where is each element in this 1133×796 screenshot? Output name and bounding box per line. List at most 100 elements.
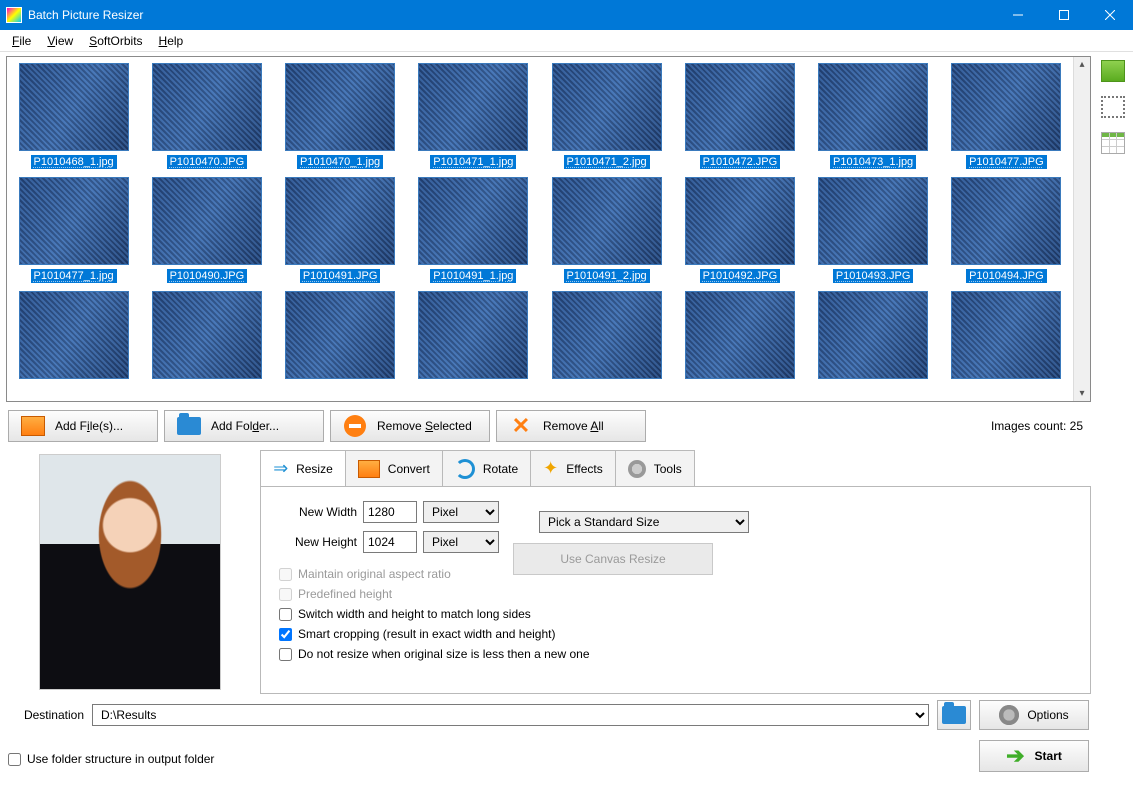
start-arrow-icon: ➔	[1006, 743, 1024, 769]
menu-bar: File View SoftOrbits Help	[0, 30, 1133, 52]
bottom-row: Use folder structure in output folder ➔ S…	[6, 736, 1091, 772]
thumbnail-item[interactable]: P1010471_2.jpg	[544, 63, 669, 169]
thumbnail-label: P1010493.JPG	[833, 269, 914, 283]
thumbnail-label: P1010470_1.jpg	[297, 155, 383, 169]
menu-view[interactable]: View	[41, 32, 79, 50]
thumbnail-item[interactable]: P1010470.JPG	[144, 63, 269, 169]
thumbnail-item[interactable]: P1010473_1.jpg	[811, 63, 936, 169]
start-button[interactable]: ➔ Start	[979, 740, 1089, 772]
switch-wh-checkbox[interactable]: Switch width and height to match long si…	[279, 607, 1072, 621]
thumbnail-item[interactable]	[11, 291, 136, 385]
thumbnail-item[interactable]	[278, 291, 403, 385]
tab-convert-label: Convert	[388, 462, 430, 476]
effects-icon: ✦	[543, 458, 558, 479]
thumbnail-item[interactable]: P1010491_1.jpg	[411, 177, 536, 283]
thumbnail-label: P1010472.JPG	[700, 155, 781, 169]
thumbnail-image	[818, 291, 928, 379]
menu-file[interactable]: File	[6, 32, 37, 50]
add-files-button[interactable]: Add File(s)...	[8, 410, 158, 442]
resize-icon: ⇗	[268, 456, 294, 482]
height-unit-select[interactable]: Pixel	[423, 531, 499, 553]
thumbnail-item[interactable]	[411, 291, 536, 385]
thumbnail-item[interactable]	[544, 291, 669, 385]
thumbnail-item[interactable]: P1010493.JPG	[811, 177, 936, 283]
new-width-input[interactable]	[363, 501, 417, 523]
thumbnail-item[interactable]: P1010491_2.jpg	[544, 177, 669, 283]
browse-destination-button[interactable]	[937, 700, 971, 730]
tab-effects[interactable]: ✦ Effects	[530, 450, 616, 486]
maximize-button[interactable]	[1041, 0, 1087, 30]
smart-cropping-checkbox[interactable]: Smart cropping (result in exact width an…	[279, 627, 1072, 641]
thumbnail-item[interactable]: P1010470_1.jpg	[278, 63, 403, 169]
thumbnail-label: P1010473_1.jpg	[830, 155, 916, 169]
thumbnail-item[interactable]: P1010492.JPG	[677, 177, 802, 283]
tab-tools[interactable]: Tools	[615, 450, 695, 486]
thumbnail-label: P1010471_1.jpg	[430, 155, 516, 169]
view-list-button[interactable]	[1101, 96, 1125, 118]
predefined-height-checkbox: Predefined height	[279, 587, 1072, 601]
thumbnail-image	[951, 63, 1061, 151]
view-thumbnails-button[interactable]	[1101, 60, 1125, 82]
resize-panel: New Width Pixel New Height Pixel	[260, 486, 1091, 694]
options-button[interactable]: Options	[979, 700, 1089, 730]
thumbnail-item[interactable]: P1010472.JPG	[677, 63, 802, 169]
width-unit-select[interactable]: Pixel	[423, 501, 499, 523]
thumbnail-item[interactable]: P1010490.JPG	[144, 177, 269, 283]
tab-effects-label: Effects	[566, 462, 602, 476]
thumbnail-item[interactable]	[144, 291, 269, 385]
menu-softorbits[interactable]: SoftOrbits	[83, 32, 148, 50]
thumbnail-image	[152, 177, 262, 265]
window-title: Batch Picture Resizer	[28, 8, 995, 22]
remove-icon	[344, 415, 366, 437]
preview-pane	[6, 450, 254, 694]
thumbnail-image	[818, 177, 928, 265]
thumbnail-image	[285, 177, 395, 265]
folder-icon	[942, 706, 966, 724]
thumbnail-image	[19, 177, 129, 265]
thumbnail-image	[685, 291, 795, 379]
close-button[interactable]	[1087, 0, 1133, 30]
thumbnail-label: P1010490.JPG	[167, 269, 248, 283]
remove-selected-label: Remove Selected	[377, 419, 472, 433]
add-folder-button[interactable]: Add Folder...	[164, 410, 324, 442]
canvas-resize-button: Use Canvas Resize	[513, 543, 713, 575]
remove-all-button[interactable]: ✕ Remove All	[496, 410, 646, 442]
thumbnail-label: P1010471_2.jpg	[564, 155, 650, 169]
tab-convert[interactable]: Convert	[345, 450, 443, 486]
folder-structure-checkbox[interactable]: Use folder structure in output folder	[8, 752, 214, 766]
thumbnail-item[interactable]	[811, 291, 936, 385]
thumbnail-image	[951, 177, 1061, 265]
preview-image	[39, 454, 221, 690]
remove-all-label: Remove All	[543, 419, 604, 433]
thumbnail-item[interactable]: P1010494.JPG	[944, 177, 1069, 283]
thumbnail-image	[285, 291, 395, 379]
no-resize-smaller-checkbox[interactable]: Do not resize when original size is less…	[279, 647, 1072, 661]
thumbnail-image	[818, 63, 928, 151]
thumbnail-scrollbar[interactable]	[1073, 57, 1090, 401]
thumbnail-item[interactable]: P1010468_1.jpg	[11, 63, 136, 169]
thumbnail-image	[418, 177, 528, 265]
new-height-input[interactable]	[363, 531, 417, 553]
thumbnail-item[interactable]	[944, 291, 1069, 385]
tab-resize[interactable]: ⇗Resize	[260, 450, 346, 486]
remove-selected-button[interactable]: Remove Selected	[330, 410, 490, 442]
tab-rotate-label: Rotate	[483, 462, 518, 476]
menu-help[interactable]: Help	[153, 32, 190, 50]
thumbnail-label: P1010468_1.jpg	[31, 155, 117, 169]
thumbnail-item[interactable]: P1010477.JPG	[944, 63, 1069, 169]
thumbnail-label: P1010477_1.jpg	[31, 269, 117, 283]
thumbnail-image	[418, 63, 528, 151]
view-details-button[interactable]	[1101, 132, 1125, 154]
thumbnail-item[interactable]: P1010477_1.jpg	[11, 177, 136, 283]
standard-size-select[interactable]: Pick a Standard Size	[539, 511, 749, 533]
start-label: Start	[1035, 749, 1062, 763]
thumbnail-item[interactable]: P1010471_1.jpg	[411, 63, 536, 169]
thumbnail-label: P1010491.JPG	[300, 269, 381, 283]
thumbnail-item[interactable]: P1010491.JPG	[278, 177, 403, 283]
thumbnail-image	[552, 177, 662, 265]
thumbnail-item[interactable]	[677, 291, 802, 385]
minimize-button[interactable]	[995, 0, 1041, 30]
tab-rotate[interactable]: Rotate	[442, 450, 531, 486]
thumbnail-image	[552, 63, 662, 151]
destination-select[interactable]: D:\Results	[92, 704, 929, 726]
